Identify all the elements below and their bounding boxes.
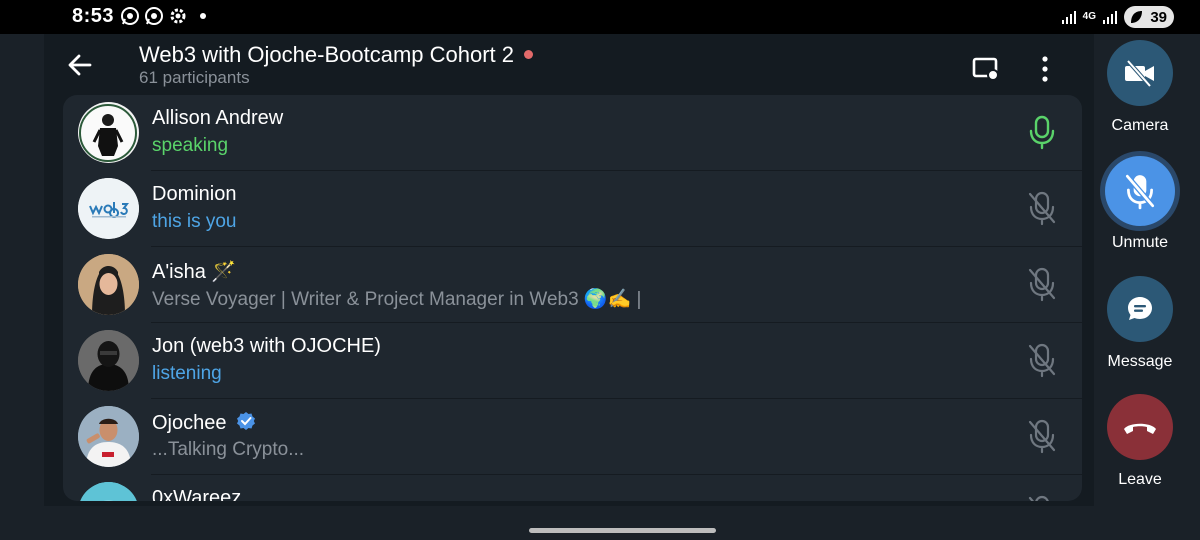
avatar: [78, 178, 139, 239]
participant-status: listening: [152, 363, 222, 384]
message-label: Message: [1107, 353, 1173, 370]
battery-saver-leaf-icon: [1131, 11, 1142, 23]
microphone-muted-icon[interactable]: [1027, 266, 1057, 302]
network-type: 4G: [1082, 11, 1096, 22]
camera-label: Camera: [1111, 117, 1169, 134]
participant-name: Ojochee: [152, 411, 256, 435]
participant-name: Allison Andrew: [152, 107, 284, 129]
avatar: [78, 330, 139, 391]
camera-button-circle[interactable]: [1107, 40, 1173, 106]
message-button-circle[interactable]: [1107, 276, 1173, 342]
participants-list[interactable]: Allison Andrew speaking Dominion this is…: [63, 95, 1082, 501]
status-bar: 8:53 4G 39: [0, 0, 1200, 34]
web3-logo-icon: [78, 178, 139, 239]
participant-name: Dominion: [152, 183, 237, 205]
football-player-icon: [78, 406, 139, 467]
battery-level: 39: [1150, 8, 1167, 26]
leave-label: Leave: [1118, 471, 1162, 488]
person-photo-icon: [79, 104, 137, 162]
participant-row[interactable]: Ojochee ...Talking Crypto...: [63, 399, 1082, 475]
settings-gear-icon: [170, 8, 186, 24]
microphone-muted-icon[interactable]: [1027, 418, 1057, 454]
battery-indicator: 39: [1124, 6, 1174, 28]
camera-button[interactable]: Camera: [1095, 40, 1185, 135]
participant-status: speaking: [152, 135, 229, 156]
participant-name: A'isha 🪄: [152, 261, 237, 283]
notification-icons: [120, 6, 206, 26]
camera-off-icon: [1125, 59, 1154, 87]
microphone-muted-icon[interactable]: [1027, 190, 1057, 226]
avatar: [78, 102, 139, 163]
participant-count: 61 participants: [139, 68, 250, 87]
system-status: 4G 39: [1061, 6, 1174, 28]
back-arrow-icon[interactable]: [64, 49, 96, 81]
more-notifications-dot: [200, 13, 206, 19]
home-indicator[interactable]: [529, 528, 716, 533]
chat-title: Web3 with Ojoche-Bootcamp Cohort 2: [139, 42, 514, 67]
participant-row[interactable]: 0xWareez: [63, 475, 1082, 501]
voice-chat-panel: Web3 with Ojoche-Bootcamp Cohort 2 61 pa…: [44, 34, 1094, 506]
participant-name: 0xWareez: [152, 487, 242, 501]
participant-status: ...Talking Crypto...: [152, 439, 305, 460]
participant-row[interactable]: Allison Andrew speaking: [63, 95, 1082, 171]
microphone-muted-icon[interactable]: [1027, 494, 1057, 501]
participant-row[interactable]: Jon (web3 with OJOCHE) listening: [63, 323, 1082, 399]
leave-button-circle[interactable]: [1107, 394, 1173, 460]
microphone-active-icon[interactable]: [1027, 114, 1057, 150]
leave-button[interactable]: Leave: [1095, 394, 1185, 489]
unmute-button-circle[interactable]: [1105, 156, 1175, 226]
chat-bubble-icon: [1128, 297, 1152, 320]
participant-status: this is you: [152, 211, 237, 232]
page-title: Web3 with Ojoche-Bootcamp Cohort 2: [139, 42, 533, 68]
microphone-muted-icon[interactable]: [1027, 342, 1057, 378]
teal-avatar-icon: [78, 482, 139, 501]
header: Web3 with Ojoche-Bootcamp Cohort 2 61 pa…: [44, 34, 1094, 96]
whatsapp-business-icon: [145, 7, 163, 25]
more-options-icon[interactable]: [1038, 54, 1052, 84]
whatsapp-icon: [121, 7, 139, 25]
verified-badge-icon: [237, 412, 256, 430]
avatar: [78, 254, 139, 315]
signal-icon: [1061, 11, 1076, 24]
hang-up-icon: [1124, 423, 1156, 434]
participant-row[interactable]: Dominion this is you: [63, 171, 1082, 247]
signal-icon-2: [1103, 11, 1117, 24]
unmute-button[interactable]: Unmute: [1095, 156, 1185, 252]
avatar: [78, 482, 139, 501]
message-button[interactable]: Message: [1095, 276, 1185, 371]
masked-person-icon: [78, 330, 139, 391]
participant-name: Jon (web3 with OJOCHE): [152, 335, 381, 357]
participant-status: Verse Voyager | Writer & Project Manager…: [152, 289, 642, 310]
participant-name-text: Ojochee: [152, 412, 227, 434]
status-time: 8:53: [72, 5, 115, 27]
recording-indicator: [524, 49, 533, 59]
participant-row[interactable]: A'isha 🪄 Verse Voyager | Writer & Projec…: [63, 247, 1082, 323]
avatar: [78, 406, 139, 467]
unmute-label: Unmute: [1111, 234, 1169, 251]
screen-share-icon[interactable]: [972, 56, 1000, 82]
microphone-off-icon: [1125, 174, 1155, 210]
hijab-avatar-icon: [78, 254, 139, 315]
